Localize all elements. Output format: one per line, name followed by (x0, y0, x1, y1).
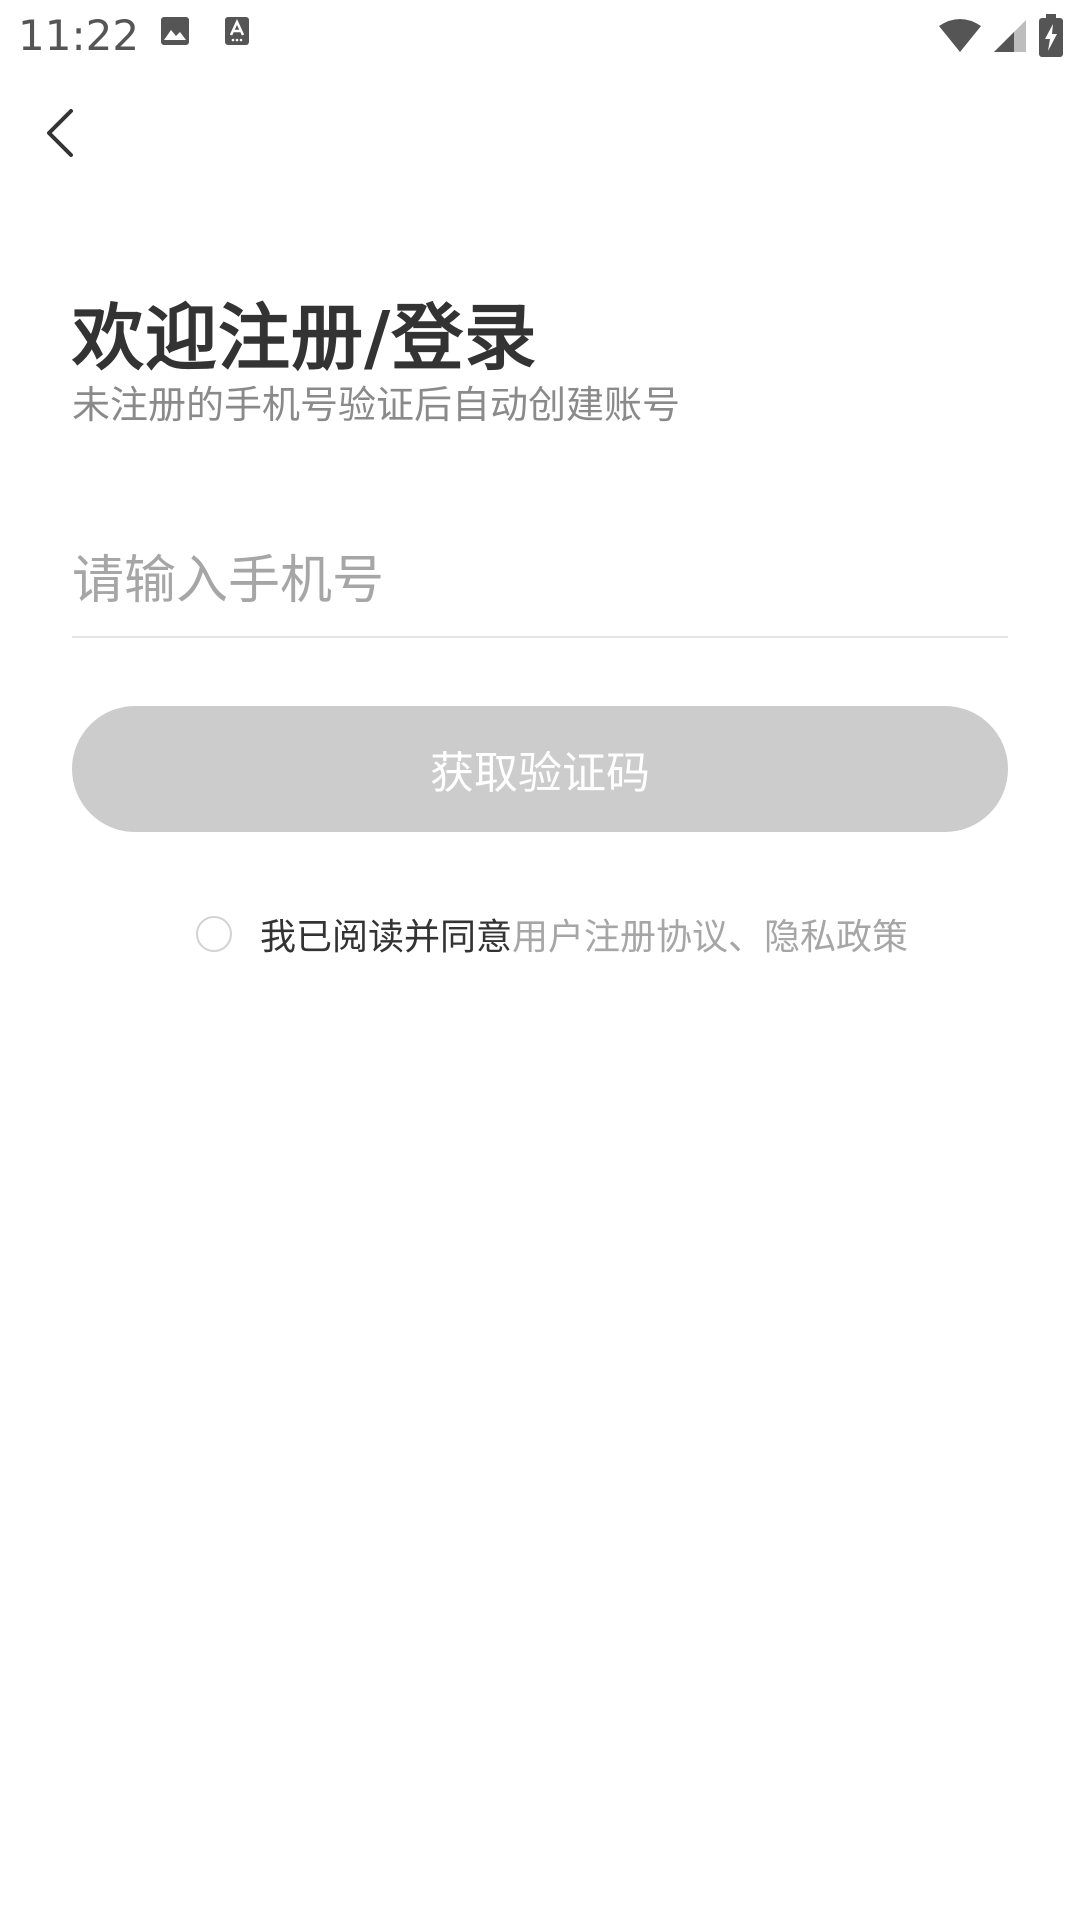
agreement-checkbox[interactable] (196, 916, 232, 952)
get-verification-code-button[interactable]: 获取验证码 (72, 706, 1008, 832)
privacy-policy-link[interactable]: 隐私政策 (764, 908, 908, 960)
agreement-prefix-text: 我已阅读并同意 (260, 917, 513, 958)
phone-input[interactable] (72, 536, 1008, 626)
back-button[interactable] (30, 100, 90, 170)
page-subtitle: 未注册的手机号验证后自动创建账号 (72, 383, 681, 427)
battery-charging-icon (1038, 14, 1064, 62)
phone-field-container (72, 536, 1008, 638)
agreement-row: 我已阅读并同意 用户注册协议 、 隐私政策 (196, 906, 908, 962)
status-bar: 11:22 (0, 0, 1080, 72)
status-system-icons (938, 14, 1064, 62)
agreement-separator: 、 (728, 917, 765, 958)
page-title: 欢迎注册/登录 (72, 296, 538, 380)
chevron-left-icon (43, 107, 77, 163)
user-agreement-link[interactable]: 用户注册协议 (512, 908, 728, 960)
text-input-icon (224, 16, 250, 50)
status-notification-icons (160, 16, 250, 50)
signal-icon (992, 18, 1028, 58)
status-time: 11:22 (18, 11, 140, 60)
wifi-icon (938, 18, 982, 58)
image-icon (160, 16, 190, 50)
